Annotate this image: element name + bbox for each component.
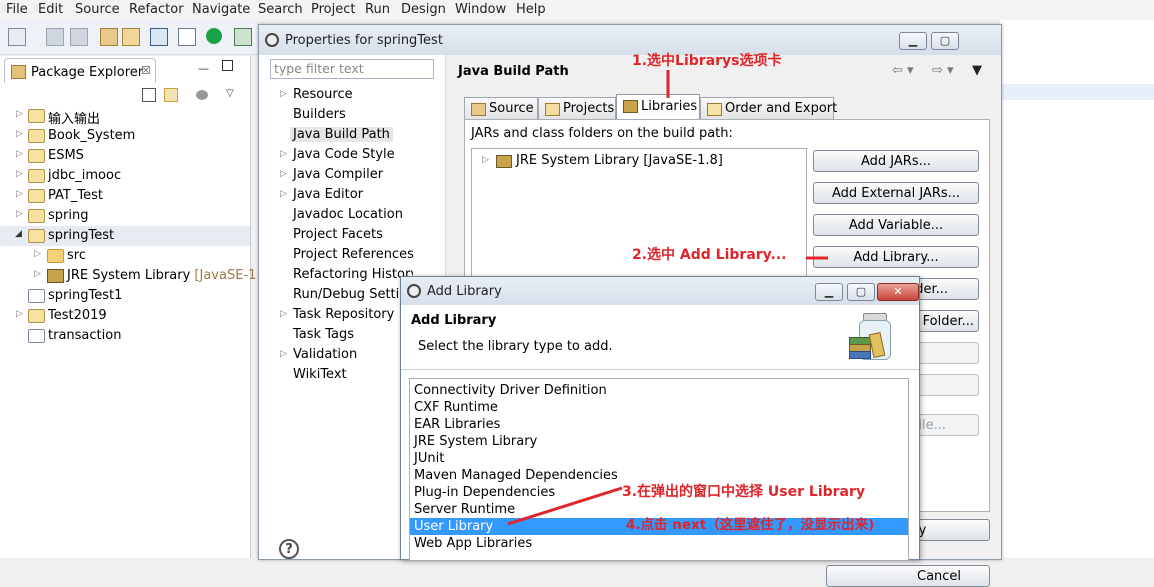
annotation-step2: 2.选中 Add Library...: [632, 247, 787, 263]
annotation-arrows: [507, 70, 828, 526]
annotation-step1: 1.选中Librarys选项卡: [632, 53, 782, 69]
annotation-step3: 3.在弹出的窗口中选择 User Library: [622, 484, 866, 500]
annotation-step4: 4.点击 next（这里遮住了，没显示出来): [626, 517, 875, 533]
cancel-button[interactable]: Cancel: [826, 565, 990, 587]
